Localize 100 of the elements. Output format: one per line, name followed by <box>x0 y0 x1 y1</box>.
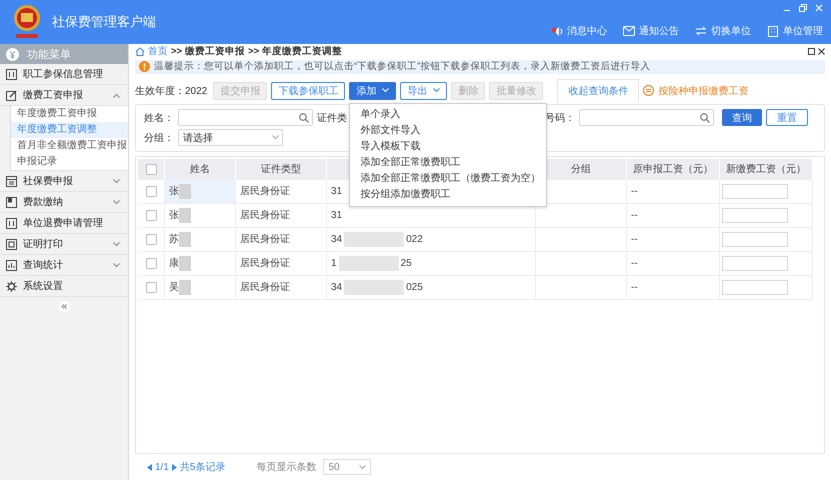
gear-icon <box>6 280 17 292</box>
checkbox[interactable] <box>146 234 156 245</box>
blurred-text <box>179 256 191 271</box>
column-header: 新缴费工资（元） <box>720 158 812 180</box>
menu-item[interactable]: 外部文件导入 <box>350 122 546 139</box>
chevron-up-icon <box>113 92 120 98</box>
table-cell: 居民身份证 <box>236 251 326 276</box>
speaker-icon <box>551 26 563 36</box>
blurred-text <box>179 232 191 247</box>
toolbar-button[interactable]: 下载参保职工 <box>271 82 346 100</box>
table-cell: 025 <box>406 282 423 293</box>
page-size-label: 每页显示条数 <box>256 461 316 474</box>
menu-item[interactable]: 导入模板下载 <box>350 138 546 155</box>
breadcrumb-link[interactable]: 首页 <box>148 45 168 58</box>
reset-button[interactable]: 重置 <box>766 109 808 126</box>
table-cell: 31 <box>331 210 342 221</box>
menu-item[interactable]: 按分组添加缴费职工 <box>350 186 546 203</box>
edit-icon <box>6 90 17 100</box>
menu-item[interactable]: 单个录入 <box>350 106 546 123</box>
chevron-down-icon <box>113 178 120 184</box>
table-cell: 34 <box>331 234 342 245</box>
submenu-item[interactable]: 年度缴费工资申报 <box>11 106 128 122</box>
collapse-icon[interactable] <box>58 301 70 312</box>
table-cell-text: 张 <box>169 184 179 198</box>
column-header: 姓名 <box>164 158 236 180</box>
table-cell-text: 苏 <box>169 232 179 246</box>
chevron-down-icon <box>113 200 120 204</box>
filter-toggle-tab[interactable]: 收起查询条件 <box>557 78 640 103</box>
dropdown-button[interactable]: 导出 <box>400 82 448 100</box>
blurred-text <box>179 208 191 223</box>
home-icon[interactable] <box>135 47 145 56</box>
wage-input[interactable] <box>722 184 788 199</box>
table-cell: -- <box>626 180 720 204</box>
caret-icon <box>433 88 440 94</box>
sidebar-item[interactable]: 系统设置 <box>0 276 128 297</box>
submenu-item[interactable]: 申报记录 <box>11 154 128 170</box>
breadcrumb-item: 缴费工资申报 <box>185 45 246 58</box>
switch-icon[interactable] <box>643 85 654 96</box>
tip-text: 温馨提示：您可以单个添加职工，也可以点击“下载参保职工”按钮下载参保职工列表，录入新缴费工资后进行导入 <box>154 60 650 74</box>
table-cell: 居民身份证 <box>236 203 326 228</box>
page-size-select[interactable]: 50 <box>323 459 372 476</box>
table-cell: -- <box>626 203 720 228</box>
wage-input[interactable] <box>722 256 788 271</box>
blurred-text <box>344 280 404 295</box>
dropdown-button[interactable]: 添加 <box>349 82 396 100</box>
building-icon <box>767 26 779 36</box>
record-count: 共5条记录 <box>180 460 226 474</box>
chevron-down-icon <box>359 464 366 470</box>
checkbox[interactable] <box>146 282 156 293</box>
table-cell: 25 <box>400 258 412 269</box>
app-title: 社保费管理客户端 <box>52 13 156 31</box>
close-icon[interactable] <box>818 48 825 56</box>
restore-icon[interactable] <box>799 4 807 12</box>
field-label: 分组： <box>144 132 174 145</box>
sidebar-item[interactable]: 职工参保信息管理 <box>0 64 128 85</box>
checkbox[interactable] <box>146 186 156 197</box>
sidebar-item[interactable]: 单位退费申请管理 <box>0 213 128 234</box>
prev-page-icon[interactable] <box>147 464 152 471</box>
checkbox[interactable] <box>146 210 156 221</box>
page-indicator: 1/1 <box>155 462 169 473</box>
wage-input[interactable] <box>722 232 788 247</box>
table-cell: -- <box>626 227 720 252</box>
checkbox[interactable] <box>146 164 156 175</box>
name-field[interactable] <box>178 109 313 126</box>
group-select[interactable]: 请选择 <box>178 129 283 146</box>
wage-input[interactable] <box>722 280 788 295</box>
table-cell: 31 <box>331 186 342 197</box>
sidebar-item[interactable]: 查询统计 <box>0 255 128 276</box>
table-cell-text: 吴 <box>169 281 179 294</box>
next-page-icon[interactable] <box>172 464 177 471</box>
sidebar-item[interactable]: 社保费申报 <box>0 171 128 192</box>
id-number-field[interactable] <box>579 109 714 126</box>
sidebar-item[interactable]: 证明打印 <box>0 234 128 255</box>
breadcrumb-separator: >> <box>248 46 260 58</box>
table-cell: 居民身份证 <box>236 227 326 252</box>
table-cell-text: 康 <box>169 256 179 270</box>
maximize-icon[interactable] <box>808 48 815 56</box>
field-label: 号码： <box>545 112 575 125</box>
field-label: 证件类 <box>317 112 347 125</box>
sidebar-title: 功能菜单 <box>27 48 71 62</box>
mail-icon <box>623 26 635 36</box>
sidebar-item[interactable]: 费款缴纳 <box>0 192 128 213</box>
submenu-item[interactable]: 首月非全额缴费工资申报 <box>11 138 128 154</box>
wage-input[interactable] <box>722 208 788 223</box>
table-cell-text: 张 <box>169 208 179 222</box>
blurred-text <box>179 184 191 199</box>
blurred-text <box>344 232 404 247</box>
search-button[interactable]: 查询 <box>722 109 762 126</box>
search-icon <box>700 112 710 123</box>
table-cell: 34 <box>331 282 342 293</box>
square-icon <box>6 218 17 228</box>
column-header: 原申报工资（元） <box>626 158 720 180</box>
chevron-down-icon <box>272 135 279 140</box>
column-header: 证件类型 <box>236 158 326 180</box>
breadcrumb-item: 年度缴费工资调整 <box>262 45 342 58</box>
table-cell: 1 <box>331 258 337 269</box>
checkbox[interactable] <box>146 258 156 269</box>
warning-icon <box>139 61 150 72</box>
table-cell: -- <box>626 275 720 300</box>
swap-icon <box>695 26 707 36</box>
